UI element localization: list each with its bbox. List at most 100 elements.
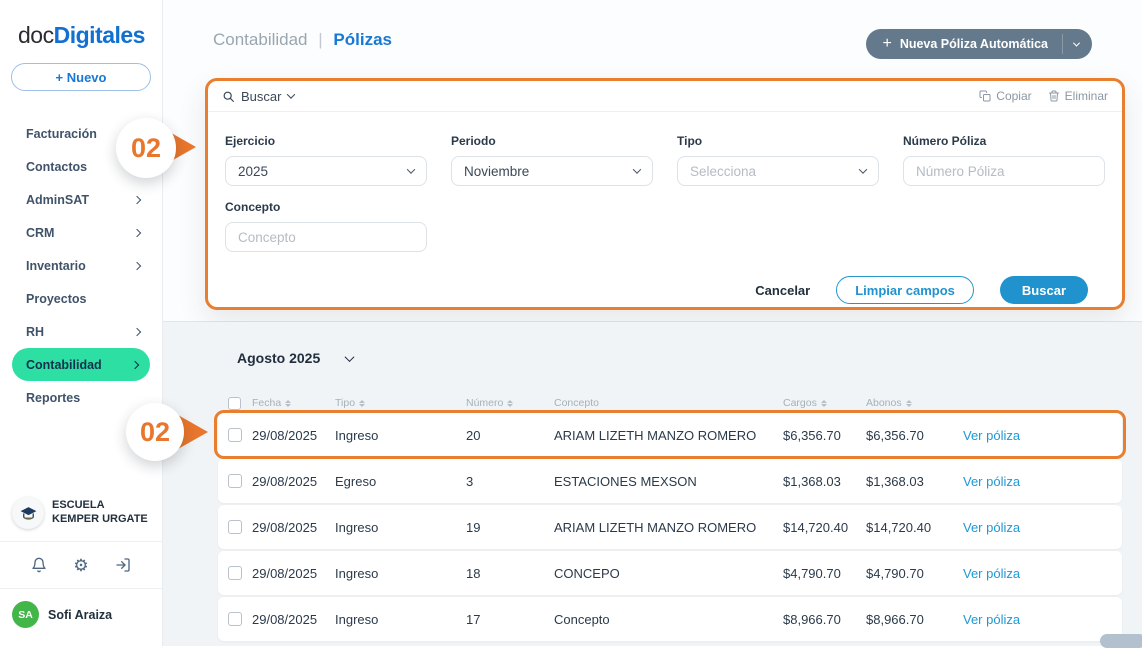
select-all-checkbox[interactable] <box>228 397 241 410</box>
table-row[interactable]: 29/08/2025 Ingreso 18 CONCEPO $4,790.70 … <box>218 551 1122 595</box>
primary-button-dropdown[interactable] <box>1063 42 1092 47</box>
table-row[interactable]: 29/08/2025 Ingreso 19 ARIAM LIZETH MANZO… <box>218 505 1122 549</box>
chevron-down-icon <box>1073 39 1080 46</box>
sidebar: docDigitales + Nuevo Facturación Contact… <box>0 0 163 646</box>
ejercicio-select[interactable]: 2025 <box>225 156 427 186</box>
breadcrumb: Contabilidad | Pólizas <box>213 30 392 50</box>
column-header-abonos[interactable]: Abonos <box>866 397 963 409</box>
sidebar-item-label: AdminSAT <box>26 193 89 207</box>
sort-icon <box>359 400 365 407</box>
sidebar-item-label: Contabilidad <box>26 358 102 372</box>
delete-action[interactable]: Eliminar <box>1048 89 1108 103</box>
chevron-right-icon <box>133 195 141 203</box>
chevron-down-icon <box>633 165 641 173</box>
chevron-right-icon <box>133 228 141 236</box>
period-selector[interactable]: Agosto 2025 <box>237 350 353 366</box>
ver-poliza-link[interactable]: Ver póliza <box>963 474 1122 489</box>
search-button[interactable]: Buscar <box>1000 276 1088 304</box>
graduation-cap-icon <box>19 504 38 523</box>
table-row[interactable]: 29/08/2025 Ingreso 17 Concepto $8,966.70… <box>218 597 1122 641</box>
cell-concepto: Concepto <box>554 612 783 627</box>
table-body: 29/08/2025 Ingreso 20 ARIAM LIZETH MANZO… <box>218 413 1122 643</box>
chevron-right-icon <box>133 327 141 335</box>
ver-poliza-link[interactable]: Ver póliza <box>963 428 1122 443</box>
search-panel-title[interactable]: Buscar <box>241 89 281 104</box>
cell-numero: 3 <box>466 474 554 489</box>
column-header-numero[interactable]: Número <box>466 397 554 409</box>
chevron-down-icon <box>345 352 355 362</box>
bell-icon[interactable] <box>30 556 48 574</box>
chevron-right-icon <box>131 360 139 368</box>
header-section: Contabilidad | Pólizas + Nueva Póliza Au… <box>163 0 1142 322</box>
new-button[interactable]: + Nuevo <box>11 63 151 91</box>
cell-concepto: ARIAM LIZETH MANZO ROMERO <box>554 428 783 443</box>
sidebar-item-inventario[interactable]: Inventario <box>0 249 162 282</box>
table-row[interactable]: 29/08/2025 Egreso 3 ESTACIONES MEXSON $1… <box>218 459 1122 503</box>
row-checkbox[interactable] <box>228 474 242 488</box>
cell-tipo: Ingreso <box>335 566 466 581</box>
sort-icon <box>821 400 827 407</box>
column-header-tipo[interactable]: Tipo <box>335 397 466 409</box>
column-header-fecha[interactable]: Fecha <box>252 397 335 409</box>
concepto-input[interactable] <box>225 222 427 252</box>
column-label: Concepto <box>554 397 599 409</box>
row-checkbox[interactable] <box>228 566 242 580</box>
cell-numero: 20 <box>466 428 554 443</box>
copy-icon <box>979 90 991 102</box>
ver-poliza-link[interactable]: Ver póliza <box>963 520 1122 535</box>
sidebar-toolbar: ⚙ <box>0 542 162 588</box>
cell-tipo: Ingreso <box>335 612 466 627</box>
cell-concepto: ARIAM LIZETH MANZO ROMERO <box>554 520 783 535</box>
tipo-field: Tipo Selecciona <box>677 134 879 186</box>
cancel-button[interactable]: Cancelar <box>755 283 810 298</box>
chevron-down-icon[interactable] <box>287 90 295 98</box>
table-header: Fecha Tipo Número Concepto Cargos Abonos <box>218 394 1122 412</box>
organization-selector[interactable]: ESCUELA KEMPER URGATE <box>0 487 162 541</box>
row-checkbox[interactable] <box>228 428 242 442</box>
sidebar-item-contabilidad[interactable]: Contabilidad <box>12 348 150 381</box>
search-form-actions: Cancelar Limpiar campos Buscar <box>225 252 1105 304</box>
periodo-select[interactable]: Noviembre <box>451 156 653 186</box>
clear-fields-button[interactable]: Limpiar campos <box>836 276 974 304</box>
chevron-down-icon <box>859 165 867 173</box>
sidebar-item-label: Reportes <box>26 391 80 405</box>
copy-action[interactable]: Copiar <box>979 89 1031 103</box>
organization-logo <box>12 497 44 529</box>
breadcrumb-separator: | <box>318 30 322 49</box>
column-header-cargos[interactable]: Cargos <box>783 397 866 409</box>
ejercicio-label: Ejercicio <box>225 134 427 148</box>
chevron-down-icon <box>407 165 415 173</box>
tipo-placeholder: Selecciona <box>690 164 756 179</box>
tipo-label: Tipo <box>677 134 879 148</box>
sidebar-item-label: Facturación <box>26 127 97 141</box>
main-area: Contabilidad | Pólizas + Nueva Póliza Au… <box>163 0 1142 646</box>
sort-icon <box>285 400 291 407</box>
cell-abonos: $4,790.70 <box>866 566 963 581</box>
logout-icon[interactable] <box>114 556 132 574</box>
sidebar-item-proyectos[interactable]: Proyectos <box>0 282 162 315</box>
column-header-concepto[interactable]: Concepto <box>554 397 783 409</box>
numero-poliza-field: Número Póliza <box>903 134 1105 186</box>
numero-poliza-input[interactable] <box>903 156 1105 186</box>
ejercicio-value: 2025 <box>238 164 268 179</box>
row-checkbox[interactable] <box>228 612 242 626</box>
cell-cargos: $1,368.03 <box>783 474 866 489</box>
tipo-select[interactable]: Selecciona <box>677 156 879 186</box>
nueva-poliza-automatica-button[interactable]: + Nueva Póliza Automática <box>866 29 1092 59</box>
search-panel: Buscar Copiar Eliminar Ejercicio <box>205 78 1125 310</box>
row-checkbox[interactable] <box>228 520 242 534</box>
table-row[interactable]: 29/08/2025 Ingreso 20 ARIAM LIZETH MANZO… <box>218 413 1122 457</box>
logo-suffix: Digitales <box>54 22 145 48</box>
sidebar-item-adminsat[interactable]: AdminSAT <box>0 183 162 216</box>
sidebar-item-rh[interactable]: RH <box>0 315 162 348</box>
concepto-label: Concepto <box>225 200 427 214</box>
sidebar-item-crm[interactable]: CRM <box>0 216 162 249</box>
cell-tipo: Ingreso <box>335 520 466 535</box>
ver-poliza-link[interactable]: Ver póliza <box>963 566 1122 581</box>
user-profile[interactable]: SA Sofi Araiza <box>0 589 162 646</box>
gear-icon[interactable]: ⚙ <box>72 556 90 574</box>
sidebar-footer: ESCUELA KEMPER URGATE ⚙ SA Sofi Araiza <box>0 487 162 646</box>
sidebar-item-label: Inventario <box>26 259 86 273</box>
step-badge-search: 02 <box>116 118 176 178</box>
ver-poliza-link[interactable]: Ver póliza <box>963 612 1122 627</box>
